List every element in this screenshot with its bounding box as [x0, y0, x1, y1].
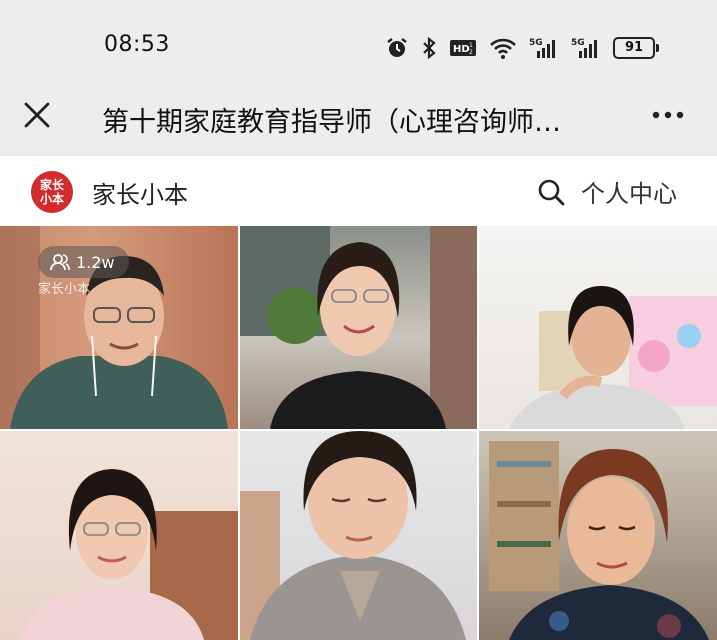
app-header: 家长 小本 家长小本 个人中心: [0, 156, 717, 226]
svg-text:5G: 5G: [529, 38, 543, 48]
viewer-count-badge: 1.2w: [38, 246, 129, 278]
status-time: 08:53: [104, 32, 170, 57]
app-logo[interactable]: 家长 小本: [31, 171, 73, 213]
viewer-count: 1.2w: [76, 252, 115, 272]
video-tile-participant-4[interactable]: [0, 431, 238, 640]
hd-icon: HD 1 2: [450, 40, 476, 56]
video-tile-participant-1[interactable]: 1.2w 家长小本: [0, 226, 238, 429]
participant-avatar: [489, 441, 709, 640]
video-grid: 1.2w 家长小本: [0, 226, 717, 640]
viewers-icon: [50, 254, 70, 271]
participant-avatar: [20, 469, 238, 640]
video-tile-participant-3[interactable]: [479, 226, 717, 429]
participant-avatar: [509, 286, 717, 429]
5g-signal-icon: 5G: [529, 38, 555, 58]
bluetooth-icon: [423, 36, 436, 60]
status-icons: HD 1 2 5G 5G 91: [385, 34, 659, 62]
close-icon[interactable]: [22, 100, 52, 130]
search-icon[interactable]: [537, 178, 565, 206]
svg-text:HD: HD: [453, 44, 470, 55]
battery-tip: [656, 44, 659, 52]
participant-avatar: [240, 431, 466, 640]
svg-text:1: 1: [469, 42, 473, 49]
svg-text:5G: 5G: [571, 38, 585, 48]
battery-level: 91: [613, 37, 655, 59]
logo-text-line1: 家长: [39, 178, 64, 192]
battery-icon: 91: [613, 37, 659, 59]
video-tile-participant-2[interactable]: [240, 226, 477, 429]
app-name[interactable]: 家长小本: [92, 175, 188, 210]
watermark: 家长小本: [38, 282, 91, 297]
video-tile-participant-6[interactable]: [479, 431, 717, 640]
more-icon[interactable]: [648, 100, 688, 130]
profile-link[interactable]: 个人中心: [581, 174, 677, 209]
logo-text-line2: 小本: [39, 192, 64, 206]
svg-text:2: 2: [469, 49, 473, 56]
5g-signal-icon: 5G: [571, 38, 597, 58]
participant-avatar: [240, 226, 477, 429]
title-bar: 第十期家庭教育指导师（心理咨询师…: [0, 92, 717, 156]
video-tile-participant-5[interactable]: [240, 431, 477, 640]
page-title: 第十期家庭教育指导师（心理咨询师…: [102, 107, 561, 138]
wifi-icon: [490, 38, 516, 59]
status-bar: 08:53 HD 1 2 5G 5G 91: [0, 0, 717, 92]
alarm-icon: [387, 38, 407, 57]
